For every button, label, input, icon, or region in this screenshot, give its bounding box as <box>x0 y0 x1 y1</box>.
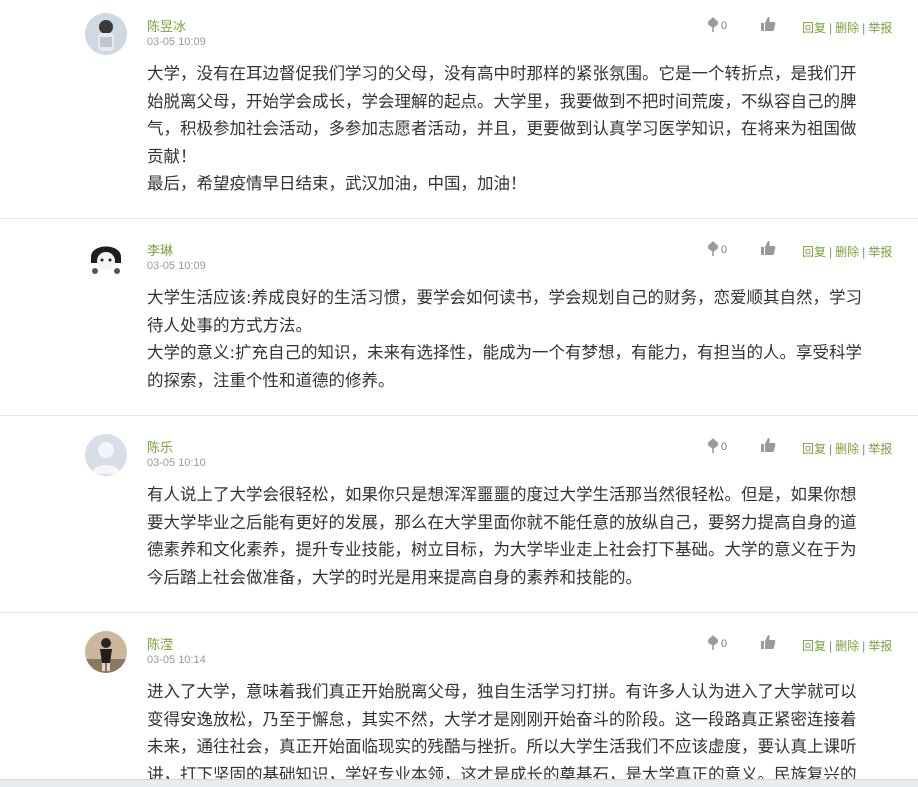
content-line: 大学，没有在耳边督促我们学习的父母，没有高中时那样的紧张氛围。它是一个转折点，是… <box>147 64 857 83</box>
report-link[interactable]: 举报 <box>868 639 892 653</box>
avatar[interactable] <box>85 13 127 55</box>
flower-count: 0 <box>721 244 728 256</box>
content-line: 要大学毕业之后能有更好的发展，那么在大学里面你就不能任意的放纵自己，要努力提高自… <box>147 512 857 532</box>
comment-content: 大学，没有在耳边督促我们学习的父母，没有高中时那样的紧张氛围。它是一个转折点，是… <box>147 60 918 198</box>
reply-link[interactable]: 回复 <box>802 442 826 456</box>
delete-link[interactable]: 删除 <box>835 442 859 456</box>
comment-time: 03-05 10:09 <box>147 36 206 48</box>
content-line: 贡献！ <box>147 146 197 166</box>
delete-link[interactable]: 删除 <box>835 639 859 653</box>
thumbs-up-icon[interactable] <box>760 634 776 650</box>
comment-item: 陈乐 03-05 10:10 0 回复 | 删除 | 举报 有人说上了大学会很轻松，如果… <box>0 421 918 613</box>
author-name[interactable]: 陈滢 <box>147 634 173 653</box>
author-name[interactable]: 李琳 <box>147 240 173 259</box>
report-link[interactable]: 举报 <box>868 442 892 456</box>
author-name[interactable]: 陈乐 <box>147 437 173 456</box>
comment-actions: 0 回复 | 删除 | 举报 <box>706 433 918 461</box>
content-line: 有人说上了大学会很轻松，如果你只是想浑浑噩噩的度过大学生活那当然很轻松。但是，如… <box>147 485 857 504</box>
content-line: 待人处事的方式方法。 <box>147 315 312 335</box>
delete-link[interactable]: 删除 <box>835 21 859 35</box>
comment-item: 陈滢 03-05 10:14 0 回复 | 删除 | 举报 进入了大学，意味着我们真正开… <box>0 618 918 779</box>
thumbs-up-icon[interactable] <box>760 240 776 256</box>
flower-icon[interactable] <box>706 240 720 256</box>
content-line: 变得安逸放松，乃至于懈怠，其实不然，大学才是刚刚开始奋斗的阶段。这一段路真正紧密… <box>147 709 857 729</box>
thumbs-up-icon[interactable] <box>760 16 776 32</box>
avatar[interactable] <box>85 434 127 476</box>
comment-time: 03-05 10:09 <box>147 260 206 272</box>
comment-time: 03-05 10:10 <box>147 457 206 469</box>
comment-content: 进入了大学，意味着我们真正开始脱离父母，独自生活学习打拼。有许多人认为进入了大学… <box>147 678 918 779</box>
thumbs-up-icon[interactable] <box>760 437 776 453</box>
content-line: 德素养和文化素养，提升专业技能，树立目标，为大学毕业走上社会打下基础。大学的意义… <box>147 540 857 559</box>
comment-item: 李琳 03-05 10:09 0 回复 | 删除 | 举报 大学生活应该:养成良好的生活… <box>0 224 918 416</box>
content-line: 未来，通往社会，真正开始面临现实的残酷与挫折。所以大学生活我们不应该虚度，要认真… <box>147 737 857 756</box>
flower-count: 0 <box>721 20 728 32</box>
avatar[interactable] <box>85 237 127 279</box>
comment-actions: 0 回复 | 删除 | 举报 <box>706 630 918 658</box>
author-name[interactable]: 陈昱冰 <box>147 16 186 35</box>
reply-link[interactable]: 回复 <box>802 639 826 653</box>
comment-content: 大学生活应该:养成良好的生活习惯，要学会如何读书，学会规划自己的财务，恋爱顺其自… <box>147 284 918 394</box>
comment-time: 03-05 10:14 <box>147 654 206 666</box>
delete-link[interactable]: 删除 <box>835 245 859 259</box>
reply-link[interactable]: 回复 <box>802 245 826 259</box>
flower-icon[interactable] <box>706 634 720 650</box>
comment-item: 陈昱冰 03-05 10:09 0 回复 | 删除 | 举报 大学，没有在耳边督促我们学… <box>0 0 918 219</box>
flower-icon[interactable] <box>706 437 720 453</box>
comment-links: 回复 | 删除 | 举报 <box>802 639 893 653</box>
content-line: 气，积极参加社会活动，多参加志愿者活动，并且，更要做到认真学习医学知识，在将来为… <box>147 119 857 138</box>
content-line: 的探索，注重个性和道德的修养。 <box>147 370 395 390</box>
comment-links: 回复 | 删除 | 举报 <box>802 245 893 259</box>
comment-links: 回复 | 删除 | 举报 <box>802 21 893 35</box>
content-line: 最后，希望疫情早日结束，武汉加油，中国，加油！ <box>147 174 527 193</box>
content-line: 进入了大学，意味着我们真正开始脱离父母，独自生活学习打拼。有许多人认为进入了大学… <box>147 682 857 701</box>
flower-count: 0 <box>721 638 728 650</box>
comment-content: 有人说上了大学会很轻松，如果你只是想浑浑噩噩的度过大学生活那当然很轻松。但是，如… <box>147 481 918 591</box>
reply-link[interactable]: 回复 <box>802 21 826 35</box>
comment-actions: 0 回复 | 删除 | 举报 <box>706 236 918 264</box>
content-line: 始脱离父母，开始学会成长，学会理解的起点。大学里，我要做到不把时间荒废，不纵容自… <box>147 91 857 111</box>
flower-count: 0 <box>721 441 728 453</box>
report-link[interactable]: 举报 <box>868 245 892 259</box>
flower-icon[interactable] <box>706 16 720 32</box>
content-line: 大学生活应该:养成良好的生活习惯，要学会如何读书，学会规划自己的财务，恋爱顺其自… <box>147 288 863 307</box>
avatar[interactable] <box>85 631 127 673</box>
content-line: 讲，打下坚固的基础知识，学好专业本领，这才是成长的奠基石，是大学真正的意义。民族… <box>147 764 857 780</box>
comment-links: 回复 | 删除 | 举报 <box>802 442 893 456</box>
comment-actions: 0 回复 | 删除 | 举报 <box>706 12 918 40</box>
report-link[interactable]: 举报 <box>868 21 892 35</box>
content-line: 大学的意义:扩充自己的知识，未来有选择性，能成为一个有梦想，有能力，有担当的人。… <box>147 343 863 362</box>
content-line: 今后踏上社会做准备，大学的时光是用来提高自身的素养和技能的。 <box>147 567 642 587</box>
